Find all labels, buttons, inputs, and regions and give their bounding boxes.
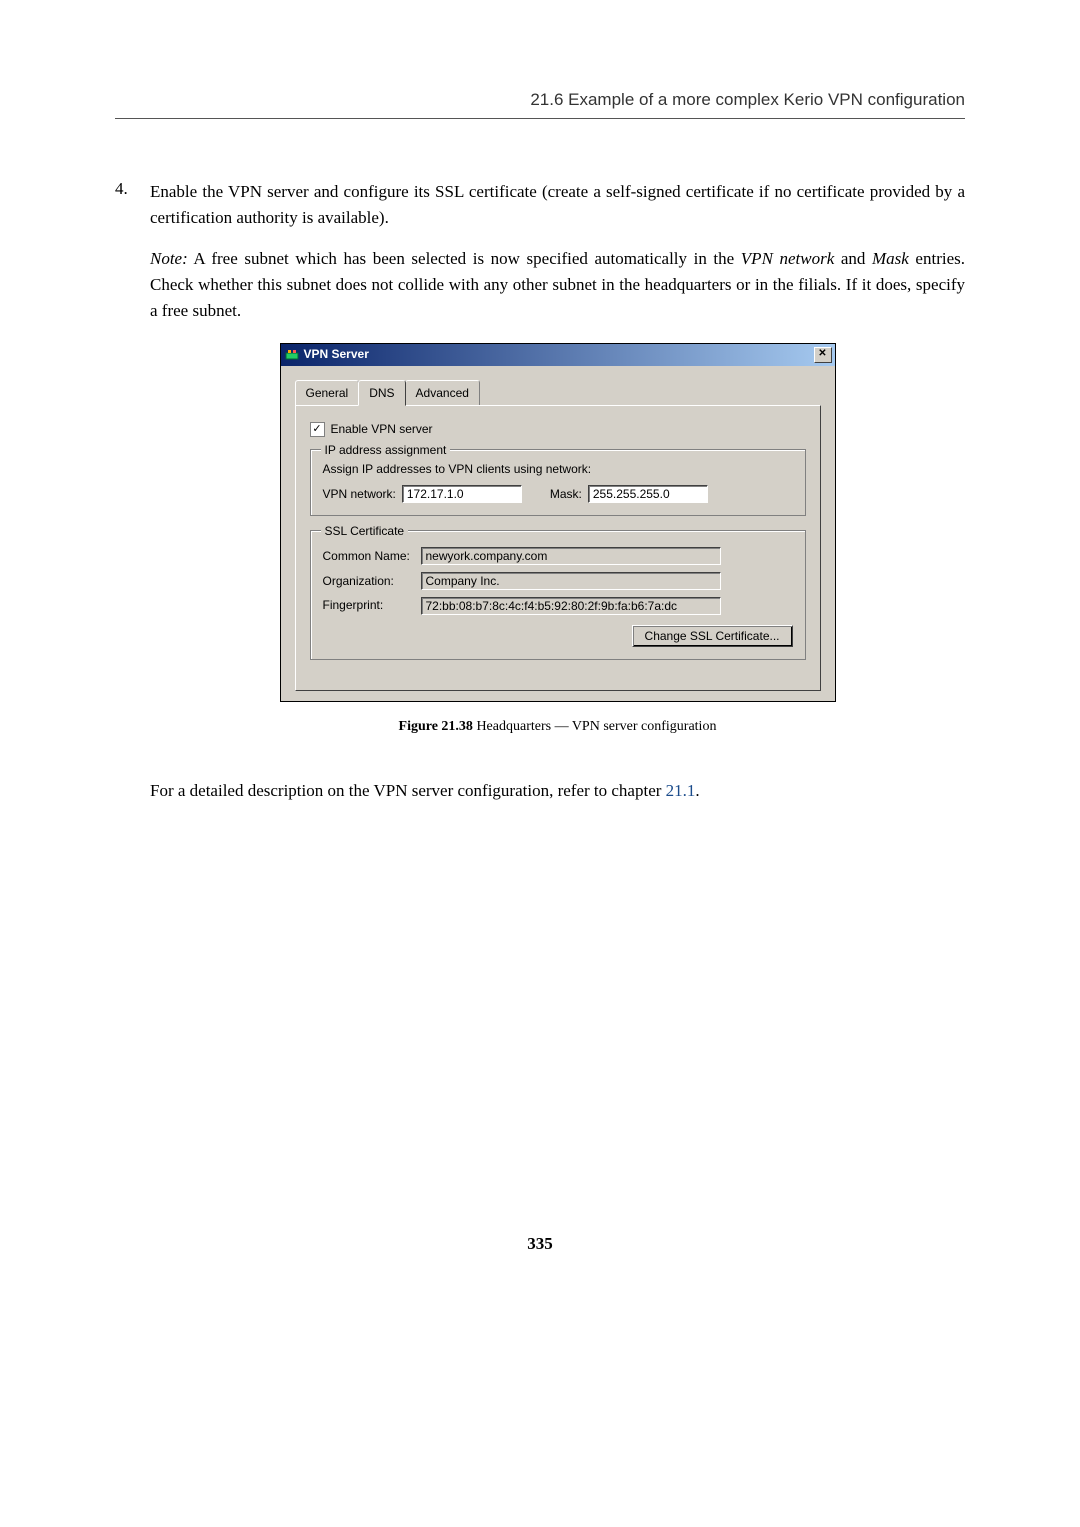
common-name-label: Common Name:: [323, 547, 421, 566]
chapter-link[interactable]: 21.1: [666, 781, 696, 800]
dialog-titlebar: VPN Server ✕: [281, 344, 835, 366]
list-number: 4.: [115, 179, 150, 764]
tab-panel: ✓ Enable VPN server IP address assignmen…: [295, 405, 821, 691]
closing-paragraph: For a detailed description on the VPN se…: [150, 778, 965, 804]
vpn-server-dialog: VPN Server ✕ General DNS Advanced ✓ E: [280, 343, 836, 702]
page-number: 335: [115, 1234, 965, 1254]
section-header: 21.6 Example of a more complex Kerio VPN…: [115, 90, 965, 119]
ssl-certificate-group: SSL Certificate Common Name: Organizatio…: [310, 530, 806, 660]
ip-group-legend: IP address assignment: [321, 441, 451, 460]
tab-dns[interactable]: DNS: [358, 380, 405, 407]
change-ssl-button[interactable]: Change SSL Certificate...: [632, 625, 793, 647]
paragraph-note: Note: A free subnet which has been selec…: [150, 246, 965, 325]
close-icon[interactable]: ✕: [814, 347, 832, 363]
paragraph-enable-vpn: Enable the VPN server and configure its …: [150, 179, 965, 232]
organization-field: [421, 572, 721, 590]
ip-assignment-group: IP address assignment Assign IP addresse…: [310, 449, 806, 516]
enable-vpn-checkbox[interactable]: ✓: [310, 422, 325, 437]
mask-term: Mask: [872, 249, 909, 268]
tab-general[interactable]: General: [295, 380, 360, 406]
organization-label: Organization:: [323, 572, 421, 591]
mask-input[interactable]: [588, 485, 708, 503]
app-icon: [284, 347, 300, 363]
fingerprint-field: [421, 597, 721, 615]
note-label: Note:: [150, 249, 188, 268]
common-name-field: [421, 547, 721, 565]
fingerprint-label: Fingerprint:: [323, 596, 421, 615]
ip-group-text: Assign IP addresses to VPN clients using…: [323, 460, 793, 479]
enable-vpn-label: Enable VPN server: [331, 420, 433, 439]
ssl-legend: SSL Certificate: [321, 522, 409, 541]
dialog-title: VPN Server: [304, 345, 814, 364]
vpn-network-input[interactable]: [402, 485, 522, 503]
mask-label: Mask:: [550, 485, 582, 504]
figure-number: Figure 21.38: [399, 719, 473, 734]
figure-caption: Figure 21.38 Headquarters — VPN server c…: [150, 716, 965, 738]
vpn-network-label: VPN network:: [323, 485, 396, 504]
tab-advanced[interactable]: Advanced: [405, 380, 480, 406]
vpn-network-term: VPN network: [741, 249, 834, 268]
